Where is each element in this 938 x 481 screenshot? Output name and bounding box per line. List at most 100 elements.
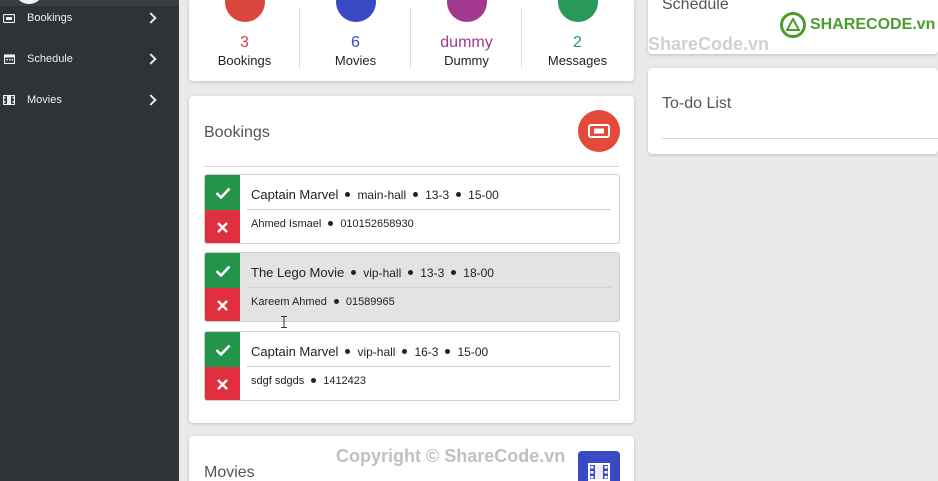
divider <box>247 287 611 288</box>
stat-icon-circle <box>224 0 265 22</box>
stat-value: dummy <box>440 34 493 51</box>
booking-date: 13-3 <box>425 188 450 202</box>
customer-name: sdgf sdgds <box>251 375 305 387</box>
stat-icon-circle <box>557 0 598 22</box>
booking-movie: Captain Marvel <box>251 344 339 359</box>
close-icon <box>217 379 228 390</box>
sharecode-logo-icon <box>780 12 806 38</box>
stat-dummy[interactable]: dummy Dummy <box>411 0 522 81</box>
booking-hall: vip-hall <box>363 266 402 280</box>
bullet <box>456 192 462 198</box>
stat-bookings[interactable]: 3 Bookings <box>189 0 300 81</box>
stat-messages[interactable]: 2 Messages <box>522 0 633 81</box>
check-icon <box>215 187 230 199</box>
booking-hall: vip-hall <box>357 345 396 359</box>
sidebar-item-label: Movies <box>27 94 62 106</box>
card-title: To-do List <box>662 95 732 112</box>
booking-date: 16-3 <box>414 345 439 359</box>
film-icon <box>578 451 620 481</box>
watermark-logo-text: SHARECODE.vn <box>810 16 936 33</box>
text-cursor-icon <box>281 316 287 328</box>
chevron-right-icon <box>145 94 157 106</box>
booking-customer: sdgf sdgds 1412423 <box>251 375 366 387</box>
booking-time: 15-00 <box>457 345 489 359</box>
todo-card: To-do List <box>648 68 938 154</box>
film-icon <box>3 95 15 105</box>
divider <box>662 138 938 139</box>
bullet <box>328 220 334 226</box>
bullet <box>402 349 408 355</box>
divider <box>247 209 611 210</box>
customer-phone: 01589965 <box>345 296 395 308</box>
stat-label: Movies <box>334 53 377 68</box>
booking-hall: main-hall <box>357 188 407 202</box>
reject-button[interactable] <box>205 367 240 400</box>
divider <box>247 366 611 367</box>
bullet <box>413 192 419 198</box>
booking-item: Captain Marvel main-hall 13-3 15-00 Ahmed I… <box>204 174 620 244</box>
close-icon <box>217 300 228 311</box>
bullet <box>345 192 351 198</box>
sidebar: Bookings Schedule Movies <box>0 0 179 481</box>
stat-label: Bookings <box>217 53 272 68</box>
customer-name: Ahmed Ismael <box>251 218 322 230</box>
watermark-copyright: Copyright © ShareCode.vn <box>336 446 566 466</box>
booking-date: 13-3 <box>420 266 445 280</box>
booking-movie: The Lego Movie <box>251 265 345 280</box>
booking-details: Captain Marvel main-hall 13-3 15-00 <box>251 187 499 202</box>
bookings-card: Bookings Captain Marvel main-hall 13-3 15-0… <box>189 96 634 423</box>
sidebar-item-bookings[interactable]: Bookings <box>0 6 179 30</box>
card-title: Bookings <box>204 124 270 141</box>
customer-name: Kareem Ahmed <box>251 296 327 308</box>
stat-label: Dummy <box>444 53 489 68</box>
booking-item: The Lego Movie vip-hall 13-3 18-00 Kareem A… <box>204 252 620 322</box>
booking-movie: Captain Marvel <box>251 187 339 202</box>
stat-icon-circle <box>335 0 376 22</box>
stat-value: 3 <box>240 34 249 51</box>
check-icon <box>215 265 230 277</box>
bullet <box>408 270 414 276</box>
ticket-icon <box>3 13 15 23</box>
bullet <box>311 377 317 383</box>
stats-card: 3 Bookings 6 Movies dummy Dummy 2 Messag… <box>189 0 634 81</box>
watermark-logo: SHARECODE.vn <box>780 12 935 38</box>
chevron-right-icon <box>145 12 157 24</box>
sidebar-item-label: Schedule <box>27 53 73 65</box>
reject-button[interactable] <box>205 288 240 321</box>
chevron-right-icon <box>145 53 157 65</box>
booking-item: Captain Marvel vip-hall 16-3 15-00 sdgf sdg… <box>204 331 620 401</box>
bullet <box>351 270 357 276</box>
stat-movies[interactable]: 6 Movies <box>300 0 411 81</box>
bullet <box>333 298 339 304</box>
accept-button[interactable] <box>205 253 240 288</box>
stat-value: 2 <box>573 34 582 51</box>
bullet <box>345 349 351 355</box>
customer-phone: 010152658930 <box>340 218 414 230</box>
sidebar-item-movies[interactable]: Movies <box>0 88 179 112</box>
watermark-text: ShareCode.vn <box>648 34 770 54</box>
check-icon <box>215 344 230 356</box>
stat-value: 6 <box>351 34 360 51</box>
card-title: Movies <box>204 464 255 481</box>
accept-button[interactable] <box>205 175 240 210</box>
divider <box>204 166 619 167</box>
booking-details: Captain Marvel vip-hall 16-3 15-00 <box>251 344 488 359</box>
bullet <box>445 349 451 355</box>
booking-customer: Kareem Ahmed 01589965 <box>251 296 395 308</box>
reject-button[interactable] <box>205 210 240 243</box>
stat-label: Messages <box>547 53 608 68</box>
booking-time: 15-00 <box>468 188 499 202</box>
stat-icon-circle <box>446 0 487 22</box>
sidebar-item-label: Bookings <box>27 12 73 24</box>
close-icon <box>217 222 228 233</box>
sidebar-item-schedule[interactable]: Schedule <box>0 47 179 71</box>
calendar-icon <box>3 54 15 64</box>
bullet <box>451 270 457 276</box>
booking-customer: Ahmed Ismael 010152658930 <box>251 218 414 230</box>
booking-details: The Lego Movie vip-hall 13-3 18-00 <box>251 265 494 280</box>
booking-time: 18-00 <box>463 266 494 280</box>
customer-phone: 1412423 <box>323 375 367 387</box>
ticket-icon <box>578 110 620 152</box>
accept-button[interactable] <box>205 332 240 367</box>
card-title: Schedule <box>662 0 729 13</box>
